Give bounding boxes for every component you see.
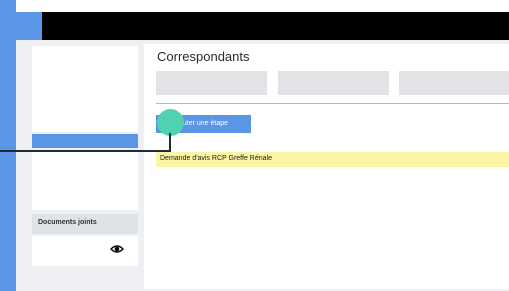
correspondant-field[interactable]: [156, 71, 267, 95]
eye-icon[interactable]: [110, 244, 124, 254]
top-margin: [16, 0, 509, 12]
left-accent-bar: [0, 0, 16, 291]
annotation-pointer-line: [0, 150, 170, 152]
correspondant-field[interactable]: [278, 71, 389, 95]
correspondant-field[interactable]: [399, 71, 509, 95]
top-bar: [16, 12, 509, 40]
click-highlight-marker: [157, 109, 184, 136]
sidebar-item-active[interactable]: [32, 134, 138, 148]
step-label: Demande d'avis RCP Greffe Rénale: [160, 155, 272, 162]
top-bar-accent: [16, 12, 42, 40]
sidebar-card: [32, 150, 138, 210]
documents-panel-title: Documents joints: [38, 219, 97, 226]
page-title: Correspondants: [157, 49, 250, 64]
sidebar-card: [32, 46, 138, 132]
divider: [156, 103, 509, 104]
